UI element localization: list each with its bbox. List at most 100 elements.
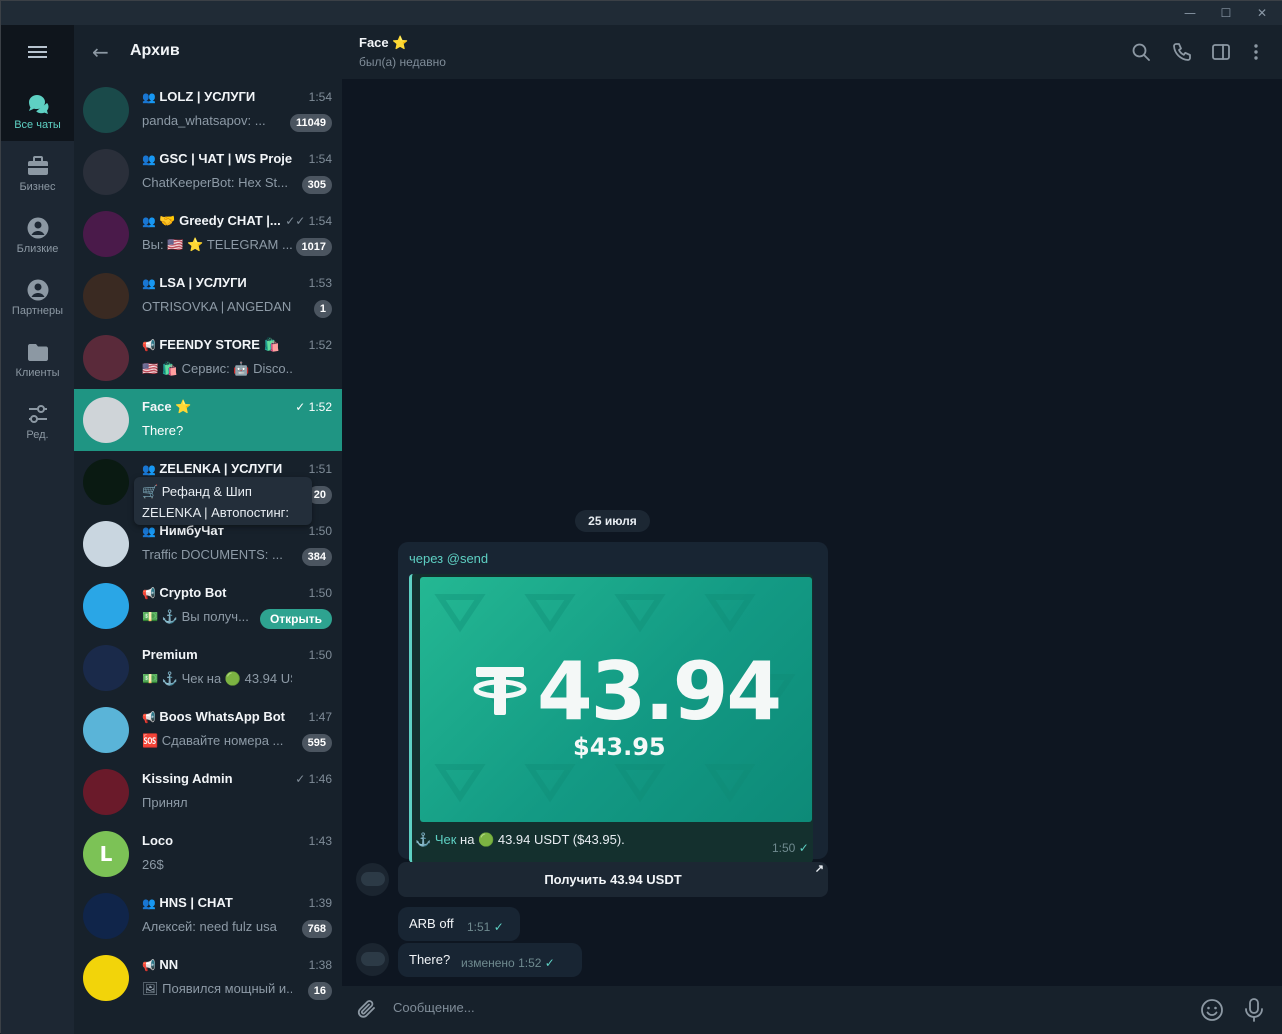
chat-row[interactable]: Kissing Admin ✓ 1:46 Принял — [74, 761, 342, 823]
maximize-button[interactable]: ☐ — [1209, 1, 1243, 25]
chat-header[interactable]: Face ⭐ был(а) недавно — [342, 25, 1282, 79]
unread-badge: 1017 — [295, 238, 332, 256]
chat-preview: There? — [142, 423, 184, 438]
message-bubble[interactable]: через @send 43.94 $43.95 ⚓ Чек на 🟢 43.9… — [398, 542, 828, 863]
avatar[interactable] — [83, 397, 129, 443]
message-bubble[interactable]: There? изменено 1:52 ✓ — [398, 943, 582, 977]
chat-time: 1:53 — [308, 276, 332, 290]
avatar[interactable]: L — [83, 831, 129, 877]
chat-preview: 26$ — [142, 857, 164, 872]
chat-name: 👥 ZELENKA | УСЛУГИ — [142, 461, 292, 476]
folder-clients[interactable]: Клиенты — [1, 327, 74, 389]
chat-time: ✓✓ 1:54 — [285, 214, 332, 228]
check-image[interactable]: 43.94 $43.95 — [420, 577, 812, 822]
minimize-button[interactable]: — — [1173, 1, 1207, 25]
avatar[interactable] — [83, 87, 129, 133]
chats-icon — [28, 95, 48, 114]
avatar[interactable] — [83, 583, 129, 629]
message-text: ARB off — [409, 916, 454, 931]
chat-name: 👥 HNS | CHAT — [142, 895, 292, 910]
chat-type-icon: 👥 — [142, 278, 156, 290]
composer: Сообщение... — [342, 986, 1282, 1034]
open-app-button[interactable]: Открыть — [259, 609, 332, 629]
chat-row[interactable]: Face ⭐ ✓ 1:52 There? — [74, 389, 342, 451]
chat-row[interactable]: 📢 Crypto Bot 1:50 💵 ⚓ Вы получ... Открыть — [74, 575, 342, 637]
back-arrow-icon[interactable]: ← — [92, 42, 109, 62]
check-link[interactable]: Чек — [435, 832, 457, 847]
avatar[interactable] — [356, 863, 389, 896]
folder-close-ones[interactable]: Близкие — [1, 203, 74, 265]
microphone-icon[interactable] — [1243, 997, 1265, 1023]
more-icon[interactable] — [1246, 42, 1266, 62]
chat-row[interactable]: 📢 FEENDY STORE 🛍️ 1:52 🇺🇸 🛍️ Сервис: 🤖 Dis… — [74, 327, 342, 389]
sidebar-toggle-icon[interactable] — [1211, 42, 1231, 62]
tooltip-line: ZELENKA | Автопостинг: — [142, 505, 289, 520]
emoji-icon[interactable] — [1200, 998, 1224, 1022]
message-input[interactable]: Сообщение... — [393, 1000, 475, 1015]
chat-type-icon: 📢 — [142, 588, 156, 600]
folder-business[interactable]: Бизнес — [1, 141, 74, 203]
avatar[interactable] — [83, 335, 129, 381]
chat-name-text: Premium — [142, 647, 198, 662]
tooltip-line: 🛒 Рефанд & Шип — [142, 484, 252, 499]
check-caption-text: на 🟢 43.94 USDT ($43.95). — [460, 832, 625, 847]
attach-icon[interactable] — [356, 998, 378, 1020]
chat-row[interactable]: 👥 🤝 Greedy CHAT |... ✓✓ 1:54 Вы: 🇺🇸 ⭐ TELE… — [74, 203, 342, 265]
avatar[interactable] — [83, 707, 129, 753]
chat-preview: 🆘 Сдавайте номера ... — [142, 733, 284, 748]
chat-name: 👥 GSC | ЧАТ | WS Project — [142, 151, 292, 166]
chat-preview: ChatKeeperBot: Hex St... — [142, 175, 288, 190]
chat-time: 1:54 — [308, 90, 332, 104]
avatar[interactable] — [83, 149, 129, 195]
avatar[interactable] — [83, 211, 129, 257]
menu-button[interactable] — [1, 25, 74, 79]
avatar[interactable] — [83, 273, 129, 319]
unread-badge: 16 — [307, 982, 332, 1000]
chat-type-icon: 📢 — [142, 712, 156, 724]
unread-badge: 11049 — [290, 114, 332, 132]
chat-row[interactable]: 📢 NN 1:38 🖼 Появился мощный и... 16 — [74, 947, 342, 1009]
folder-edit[interactable]: Ред. — [1, 389, 74, 451]
chat-row[interactable]: 📢 Boos WhatsApp Bot 1:47 🆘 Сдавайте номера… — [74, 699, 342, 761]
folder-partners[interactable]: Партнеры — [1, 265, 74, 327]
close-button[interactable]: ✕ — [1245, 1, 1279, 25]
check-usd-value: $43.95 — [573, 733, 666, 761]
message-text: There? — [409, 952, 451, 967]
read-check-icon: ✓ — [798, 841, 809, 855]
chat-name: Premium — [142, 647, 292, 662]
avatar[interactable] — [83, 521, 129, 567]
avatar[interactable] — [83, 955, 129, 1001]
chat-time: 1:38 — [308, 958, 332, 972]
folder-label: Ред. — [26, 429, 49, 441]
chat-name: 👥 LOLZ | УСЛУГИ — [142, 89, 292, 104]
chat-time: 1:50 — [308, 586, 332, 600]
chat-row[interactable]: 👥 LOLZ | УСЛУГИ 1:54 panda_whatsapov: ... 1… — [74, 79, 342, 141]
chat-preview: Traffic DOCUMENTS: ... — [142, 547, 283, 562]
chat-title[interactable]: Face ⭐ — [359, 35, 408, 51]
chat-row[interactable]: 👥 GSC | ЧАТ | WS Project 1:54 ChatKeeperBo… — [74, 141, 342, 203]
avatar[interactable] — [83, 893, 129, 939]
avatar[interactable] — [83, 645, 129, 691]
avatar[interactable] — [83, 769, 129, 815]
chat-name-text: Loco — [142, 833, 174, 848]
chat-name: 👥 LSA | УСЛУГИ — [142, 275, 292, 290]
message-bubble[interactable]: ARB off 1:51 ✓ — [398, 907, 520, 941]
check-preview-card[interactable]: 43.94 $43.95 ⚓ Чек на 🟢 43.94 USDT ($43.… — [409, 574, 813, 863]
via-bot-label[interactable]: через @send — [409, 551, 488, 566]
unread-badge: 305 — [301, 176, 332, 194]
chat-row[interactable]: 👥 HNS | CHAT 1:39 Алексей: need fulz usa 76… — [74, 885, 342, 947]
chat-row[interactable]: L Loco 1:43 26$ — [74, 823, 342, 885]
phone-icon[interactable] — [1172, 42, 1192, 62]
folder-all-chats[interactable]: Все чаты — [1, 79, 74, 141]
chat-row[interactable]: 👥 LSA | УСЛУГИ 1:53 OTRISOVKA | ANGEDAN...… — [74, 265, 342, 327]
avatar[interactable] — [83, 459, 129, 505]
avatar[interactable] — [356, 943, 389, 976]
chat-preview: panda_whatsapov: ... — [142, 113, 266, 128]
chat-name: 📢 NN — [142, 957, 292, 972]
search-icon[interactable] — [1131, 42, 1151, 62]
chat-time: 1:52 — [308, 338, 332, 352]
folder-label: Близкие — [16, 243, 59, 255]
chat-row[interactable]: Premium 1:50 💵 ⚓ Чек на 🟢 43.94 USD... — [74, 637, 342, 699]
date-separator: 25 июля — [575, 510, 650, 532]
receive-usdt-button[interactable]: Получить 43.94 USDT ↗ — [398, 862, 828, 897]
